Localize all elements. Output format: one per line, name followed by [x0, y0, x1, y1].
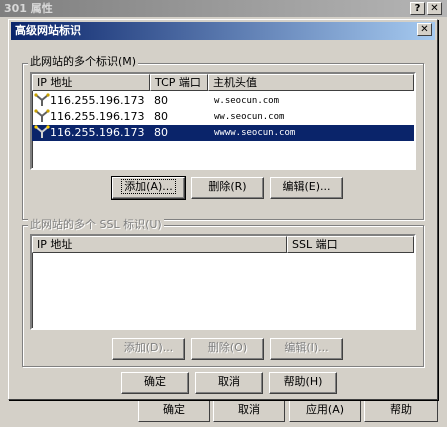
row-ip: 116.255.196.173: [50, 110, 145, 123]
identity-row[interactable]: 116.255.196.173 80 w.seocun.com: [32, 93, 414, 109]
outer-help-text-button[interactable]: 帮助: [364, 400, 438, 422]
ssl-identities-label: 此网站的多个 SSL 标识(U): [28, 218, 164, 231]
identity-row[interactable]: 116.255.196.173 80 ww.seocun.com: [32, 109, 414, 125]
dialog-title: 高级网站标识: [11, 22, 435, 40]
dialog-close-button[interactable]: ✕: [417, 23, 432, 36]
identities-list[interactable]: IP 地址 TCP 端口 主机头值 116.255.196.173 80 w.s…: [30, 72, 416, 170]
advanced-website-identification-dialog: 高级网站标识 ✕ 此网站的多个标识(M) IP 地址 TCP 端口 主机头值 1…: [8, 19, 438, 400]
outer-cancel-button[interactable]: 取消: [213, 400, 285, 422]
outer-apply-button[interactable]: 应用(A): [289, 400, 361, 422]
network-icon: [34, 125, 50, 144]
cancel-button[interactable]: 取消: [195, 372, 263, 394]
outer-help-button[interactable]: ?: [410, 2, 425, 15]
column-tcp-port[interactable]: TCP 端口: [150, 74, 208, 91]
column-ssl-ip-address[interactable]: IP 地址: [32, 236, 287, 253]
ok-button[interactable]: 确定: [121, 372, 189, 394]
outer-ok-button[interactable]: 确定: [138, 400, 210, 422]
add-identity-label: 添加(A)...: [121, 179, 176, 194]
row-host: wwww.seocun.com: [214, 128, 296, 138]
delete-ssl-button: 删除(O): [191, 338, 264, 360]
delete-identity-button[interactable]: 删除(R): [191, 177, 264, 199]
row-host: ww.seocun.com: [214, 112, 285, 122]
column-ip-address[interactable]: IP 地址: [32, 74, 150, 91]
row-port: 80: [154, 94, 168, 107]
row-port: 80: [154, 110, 168, 123]
ssl-identities-list[interactable]: IP 地址 SSL 端口: [30, 234, 416, 330]
identity-row-selected[interactable]: 116.255.196.173 80 wwww.seocun.com: [32, 125, 414, 141]
multiple-identities-label: 此网站的多个标识(M): [28, 55, 139, 68]
row-ip: 116.255.196.173: [50, 94, 145, 107]
help-button[interactable]: 帮助(H): [269, 372, 337, 394]
row-host: w.seocun.com: [214, 96, 280, 106]
row-port: 80: [154, 126, 168, 139]
edit-identity-button[interactable]: 编辑(E)...: [270, 177, 343, 199]
edit-ssl-button: 编辑(I)...: [270, 338, 343, 360]
row-ip: 116.255.196.173: [50, 126, 145, 139]
outer-close-button[interactable]: ✕: [427, 2, 442, 15]
column-host-header[interactable]: 主机头值: [208, 74, 414, 91]
outer-window-title: 301 属性: [0, 0, 447, 17]
add-ssl-button: 添加(D)...: [112, 338, 185, 360]
add-identity-button[interactable]: 添加(A)...: [111, 176, 186, 200]
column-ssl-port[interactable]: SSL 端口: [287, 236, 414, 253]
